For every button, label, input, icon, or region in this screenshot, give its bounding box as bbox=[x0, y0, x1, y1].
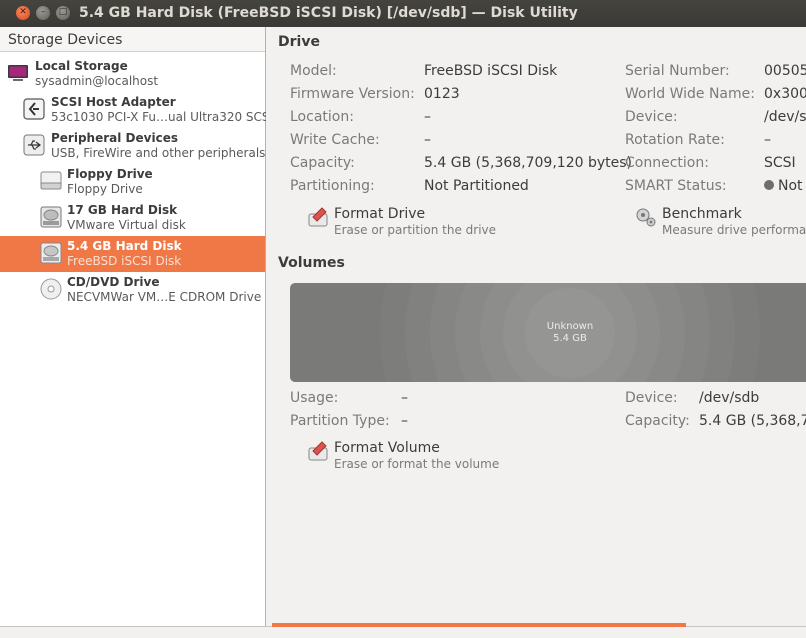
sidebar-item-title: 5.4 GB Hard Disk bbox=[67, 239, 182, 253]
drive-section-heading: Drive bbox=[278, 34, 320, 50]
format-drive-button[interactable]: Format Drive Erase or partition the driv… bbox=[307, 206, 537, 240]
rotation-rate-label: Rotation Rate: bbox=[625, 132, 725, 148]
firmware-value: 0123 bbox=[424, 86, 460, 102]
window-title: 5.4 GB Hard Disk (FreeBSD iSCSI Disk) [/… bbox=[79, 5, 578, 21]
sidebar-item-title: SCSI Host Adapter bbox=[51, 95, 176, 109]
host-adapter-icon bbox=[23, 98, 45, 120]
volumes-section-heading: Volumes bbox=[278, 255, 345, 271]
window-titlebar: ✕ – □ 5.4 GB Hard Disk (FreeBSD iSCSI Di… bbox=[0, 0, 806, 27]
sidebar-item-floppy-drive[interactable]: Floppy Drive Floppy Drive bbox=[0, 164, 265, 200]
benchmark-description: Measure drive performan bbox=[662, 223, 806, 237]
capacity-label: Capacity: bbox=[290, 155, 355, 171]
hard-disk-icon bbox=[40, 242, 62, 264]
volume-capacity-label: Capacity: bbox=[625, 413, 690, 429]
accent-bar bbox=[272, 623, 686, 627]
write-cache-label: Write Cache: bbox=[290, 132, 380, 148]
sidebar-item-scsi-host-adapter[interactable]: SCSI Host Adapter 53c1030 PCI-X Fu…ual U… bbox=[0, 92, 273, 128]
sidebar-item-title: CD/DVD Drive bbox=[67, 275, 160, 289]
benchmark-label: Benchmark bbox=[662, 206, 742, 222]
sidebar-item-title: 17 GB Hard Disk bbox=[67, 203, 178, 217]
volume-device-value: /dev/sdb bbox=[699, 390, 760, 406]
capacity-value: 5.4 GB (5,368,709,120 bytes) bbox=[424, 155, 632, 171]
computer-icon bbox=[8, 65, 28, 81]
world-wide-name-label: World Wide Name: bbox=[625, 86, 755, 102]
sidebar-item-17gb-hard-disk[interactable]: 17 GB Hard Disk VMware Virtual disk bbox=[0, 200, 265, 236]
maximize-window-button[interactable]: □ bbox=[56, 6, 70, 20]
details-pane: Drive Model: FreeBSD iSCSI Disk Firmware… bbox=[266, 27, 806, 626]
sidebar-item-title: Peripheral Devices bbox=[51, 131, 178, 145]
benchmark-icon bbox=[636, 208, 656, 227]
volume-segment-label: Unknown 5.4 GB bbox=[520, 321, 620, 345]
volume-segment[interactable]: Unknown 5.4 GB bbox=[290, 283, 806, 382]
usage-value: – bbox=[401, 390, 408, 406]
smart-status-value: Not bbox=[764, 178, 803, 194]
sidebar-item-local-storage[interactable]: Local Storage sysadmin@localhost bbox=[0, 56, 265, 92]
rotation-rate-value: – bbox=[764, 132, 771, 148]
smart-status-text: Not bbox=[778, 178, 803, 194]
format-volume-button[interactable]: Format Volume Erase or format the volume bbox=[307, 440, 537, 474]
location-value: – bbox=[424, 109, 431, 125]
world-wide-name-value: 0x300 bbox=[764, 86, 806, 102]
serial-number-value: 00505 bbox=[764, 63, 806, 79]
sidebar-item-subtitle: FreeBSD iSCSI Disk bbox=[67, 254, 182, 268]
close-window-button[interactable]: ✕ bbox=[16, 6, 30, 20]
smart-status-label: SMART Status: bbox=[625, 178, 727, 194]
format-volume-description: Erase or format the volume bbox=[334, 457, 500, 471]
volume-capacity-value: 5.4 GB (5,368,70 bbox=[699, 413, 806, 429]
serial-number-label: Serial Number: bbox=[625, 63, 730, 79]
hard-disk-icon bbox=[40, 206, 62, 228]
sidebar-item-title: Local Storage bbox=[35, 59, 128, 73]
sidebar-item-subtitle: USB, FireWire and other peripherals bbox=[51, 146, 266, 160]
sidebar-item-subtitle: VMware Virtual disk bbox=[67, 218, 186, 232]
volume-device-label: Device: bbox=[625, 390, 678, 406]
format-volume-icon bbox=[308, 441, 328, 461]
floppy-drive-icon bbox=[40, 171, 62, 190]
benchmark-button[interactable]: Benchmark Measure drive performan bbox=[635, 206, 806, 240]
sidebar-item-subtitle: NECVMWar VM…E CDROM Drive bbox=[67, 290, 262, 304]
sidebar-item-cd-dvd-drive[interactable]: CD/DVD Drive NECVMWar VM…E CDROM Drive bbox=[0, 272, 265, 308]
model-value: FreeBSD iSCSI Disk bbox=[424, 63, 558, 79]
partition-type-label: Partition Type: bbox=[290, 413, 390, 429]
format-drive-label: Format Drive bbox=[334, 206, 426, 222]
usage-label: Usage: bbox=[290, 390, 339, 406]
volume-segment-size: 5.4 GB bbox=[553, 333, 587, 344]
write-cache-value: – bbox=[424, 132, 431, 148]
partitioning-value: Not Partitioned bbox=[424, 178, 529, 194]
storage-devices-sidebar: Storage Devices Local Storage sysadmin@l… bbox=[0, 27, 273, 626]
usb-icon bbox=[23, 134, 45, 156]
optical-drive-icon bbox=[40, 278, 62, 300]
sidebar-item-title: Floppy Drive bbox=[67, 167, 153, 181]
format-drive-description: Erase or partition the drive bbox=[334, 223, 497, 237]
partitioning-label: Partitioning: bbox=[290, 178, 375, 194]
model-label: Model: bbox=[290, 63, 337, 79]
sidebar-item-5gb-hard-disk[interactable]: 5.4 GB Hard Disk FreeBSD iSCSI Disk bbox=[0, 236, 265, 272]
volume-segment-name: Unknown bbox=[546, 321, 594, 332]
device-value: /dev/s bbox=[764, 109, 806, 125]
sidebar-item-peripheral-devices[interactable]: Peripheral Devices USB, FireWire and oth… bbox=[0, 128, 265, 164]
device-label: Device: bbox=[625, 109, 678, 125]
sidebar-item-subtitle: sysadmin@localhost bbox=[35, 74, 159, 88]
connection-value: SCSI bbox=[764, 155, 796, 171]
format-volume-label: Format Volume bbox=[334, 440, 440, 456]
sidebar-item-subtitle: Floppy Drive bbox=[67, 182, 143, 196]
format-drive-icon bbox=[308, 207, 328, 227]
partition-type-value: – bbox=[401, 413, 408, 429]
sidebar-header: Storage Devices bbox=[0, 27, 265, 52]
sidebar-item-subtitle: 53c1030 PCI-X Fu…ual Ultra320 SCSI bbox=[51, 110, 274, 124]
window-bottom-edge bbox=[0, 626, 806, 638]
firmware-label: Firmware Version: bbox=[290, 86, 415, 102]
connection-label: Connection: bbox=[625, 155, 709, 171]
status-dot-icon bbox=[764, 180, 774, 190]
minimize-window-button[interactable]: – bbox=[36, 6, 50, 20]
location-label: Location: bbox=[290, 109, 354, 125]
